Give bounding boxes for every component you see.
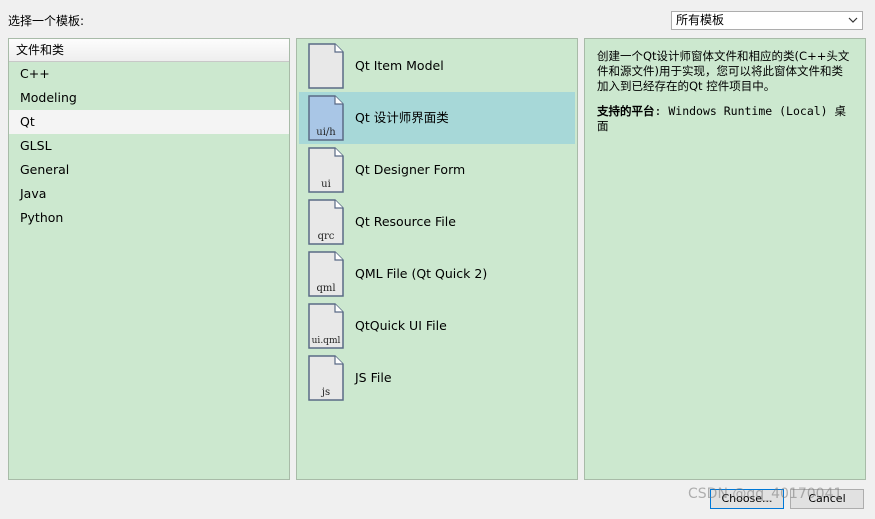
description-text: 创建一个Qt设计师窗体文件和相应的类(C++头文件和源文件)用于实现，您可以将此… bbox=[597, 49, 850, 93]
template-item[interactable]: ui Qt Designer Form bbox=[299, 144, 575, 196]
template-list[interactable]: Qt Item Model ui/h Qt 设计师界面类 ui Qt Designer … bbox=[296, 38, 578, 480]
category-item[interactable]: Java bbox=[9, 182, 289, 206]
watermark: CSDN @qq_40170041 bbox=[688, 486, 843, 502]
template-filter-combobox[interactable]: 所有模板 bbox=[671, 11, 863, 30]
template-item[interactable]: qml QML File (Qt Quick 2) bbox=[299, 248, 575, 300]
template-item-label: QML File (Qt Quick 2) bbox=[355, 266, 488, 281]
template-item-label: JS File bbox=[355, 370, 392, 385]
platforms-label: 支持的平台 bbox=[597, 104, 655, 118]
file-icon-label: ui/h bbox=[316, 127, 336, 138]
category-item[interactable]: General bbox=[9, 158, 289, 182]
category-item[interactable]: C++ bbox=[9, 62, 289, 86]
template-filter-value: 所有模板 bbox=[676, 13, 725, 27]
ui-h-file-icon: ui/h bbox=[308, 95, 344, 141]
template-description-panel: 创建一个Qt设计师窗体文件和相应的类(C++头文件和源文件)用于实现，您可以将此… bbox=[584, 38, 866, 480]
file-icon-label: ui bbox=[321, 179, 331, 190]
js-file-icon: js bbox=[308, 355, 344, 401]
supported-platforms: 支持的平台: Windows Runtime (Local) 桌面 bbox=[597, 104, 853, 134]
file-icon-label: qml bbox=[316, 283, 335, 294]
file-icon-label: js bbox=[321, 387, 330, 398]
template-item[interactable]: Qt Item Model bbox=[299, 40, 575, 92]
category-item[interactable]: Qt bbox=[9, 110, 289, 134]
category-item[interactable]: Python bbox=[9, 206, 289, 230]
qrc-file-icon: qrc bbox=[308, 199, 344, 245]
template-item-label: QtQuick UI File bbox=[355, 318, 447, 333]
ui-file-icon: ui bbox=[308, 147, 344, 193]
template-item[interactable]: ui/h Qt 设计师界面类 bbox=[299, 92, 575, 144]
ui-qml-file-icon: ui.qml bbox=[308, 303, 344, 349]
template-item-label: Qt 设计师界面类 bbox=[355, 110, 449, 125]
qml-file-icon: qml bbox=[308, 251, 344, 297]
file-icon-label: qrc bbox=[318, 231, 335, 242]
category-item[interactable]: GLSL bbox=[9, 134, 289, 158]
template-item[interactable]: ui.qml QtQuick UI File bbox=[299, 300, 575, 352]
template-item-label: Qt Resource File bbox=[355, 214, 456, 229]
category-item[interactable]: Modeling bbox=[9, 86, 289, 110]
chevron-down-icon bbox=[847, 13, 859, 28]
file-icon-label: ui.qml bbox=[312, 336, 341, 346]
template-item-label: Qt Designer Form bbox=[355, 162, 466, 177]
template-item[interactable]: js JS File bbox=[299, 352, 575, 404]
template-item-label: Qt Item Model bbox=[355, 58, 444, 73]
choose-template-label: 选择一个模板: bbox=[8, 14, 85, 28]
file-icon bbox=[308, 43, 344, 89]
template-item[interactable]: qrc Qt Resource File bbox=[299, 196, 575, 248]
category-header: 文件和类 bbox=[9, 39, 289, 62]
category-list[interactable]: 文件和类 C++ Modeling Qt GLSL General Java Python bbox=[8, 38, 290, 480]
